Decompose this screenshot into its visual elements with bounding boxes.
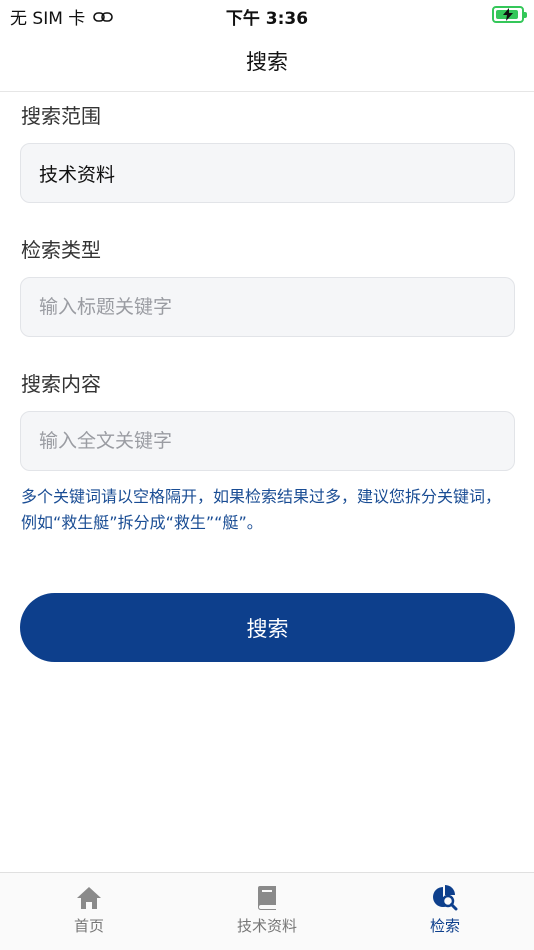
charging-bolt-icon: [503, 8, 513, 21]
content-field[interactable]: [20, 411, 515, 471]
type-field[interactable]: [20, 277, 515, 337]
type-label: 检索类型: [21, 238, 101, 262]
search-hint: 多个关键词请以空格隔开，如果检索结果过多，建议您拆分关键词，例如“救生艇”拆分成…: [21, 487, 502, 532]
page-title: 搜索: [246, 49, 288, 74]
tab-home[interactable]: 首页: [0, 873, 178, 950]
battery-icon: [492, 6, 527, 23]
status-bar: 无 SIM 卡 下午 3:36: [0, 0, 534, 30]
search-button[interactable]: 搜索: [20, 593, 515, 662]
home-icon: [77, 887, 101, 909]
scope-label: 搜索范围: [21, 104, 101, 128]
scope-select[interactable]: 技术资料: [20, 143, 515, 203]
title-keyword-input[interactable]: [39, 296, 496, 318]
book-icon: [258, 886, 276, 910]
search-chart-icon: [433, 885, 458, 911]
fulltext-keyword-input[interactable]: [39, 430, 496, 452]
tab-tech-docs-label: 技术资料: [236, 917, 297, 935]
status-time: 下午 3:36: [225, 9, 309, 29]
tab-search[interactable]: 检索: [356, 873, 534, 950]
tab-tech-docs[interactable]: 技术资料: [178, 873, 356, 950]
scope-value: 技术资料: [39, 163, 116, 186]
tab-search-label: 检索: [429, 917, 460, 935]
tab-bar: 首页 技术资料 检索: [0, 872, 534, 950]
nav-bar: 搜索: [0, 30, 534, 92]
content-label: 搜索内容: [21, 372, 101, 396]
tab-home-label: 首页: [73, 917, 104, 935]
